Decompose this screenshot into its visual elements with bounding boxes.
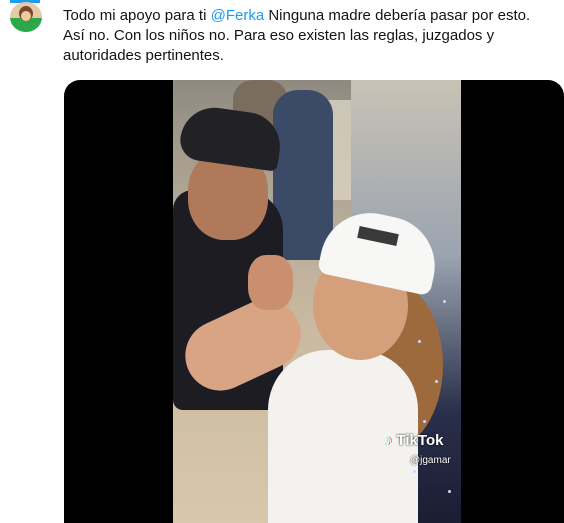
tweet-text-start: Todo mi apoyo para ti: [63, 7, 211, 24]
tweet-text: Todo mi apoyo para ti @Ferka Ninguna mad…: [63, 6, 555, 66]
tiktok-icon: ♪: [385, 432, 393, 449]
tiktok-username: @jgamar: [410, 455, 451, 466]
tiktok-watermark: ♪ TikTok: [385, 432, 443, 449]
avatar[interactable]: [10, 2, 42, 32]
video-player[interactable]: ♪ TikTok @jgamar: [64, 80, 564, 523]
tiktok-label: TikTok: [396, 432, 444, 449]
mention-link[interactable]: @Ferka: [211, 7, 265, 24]
